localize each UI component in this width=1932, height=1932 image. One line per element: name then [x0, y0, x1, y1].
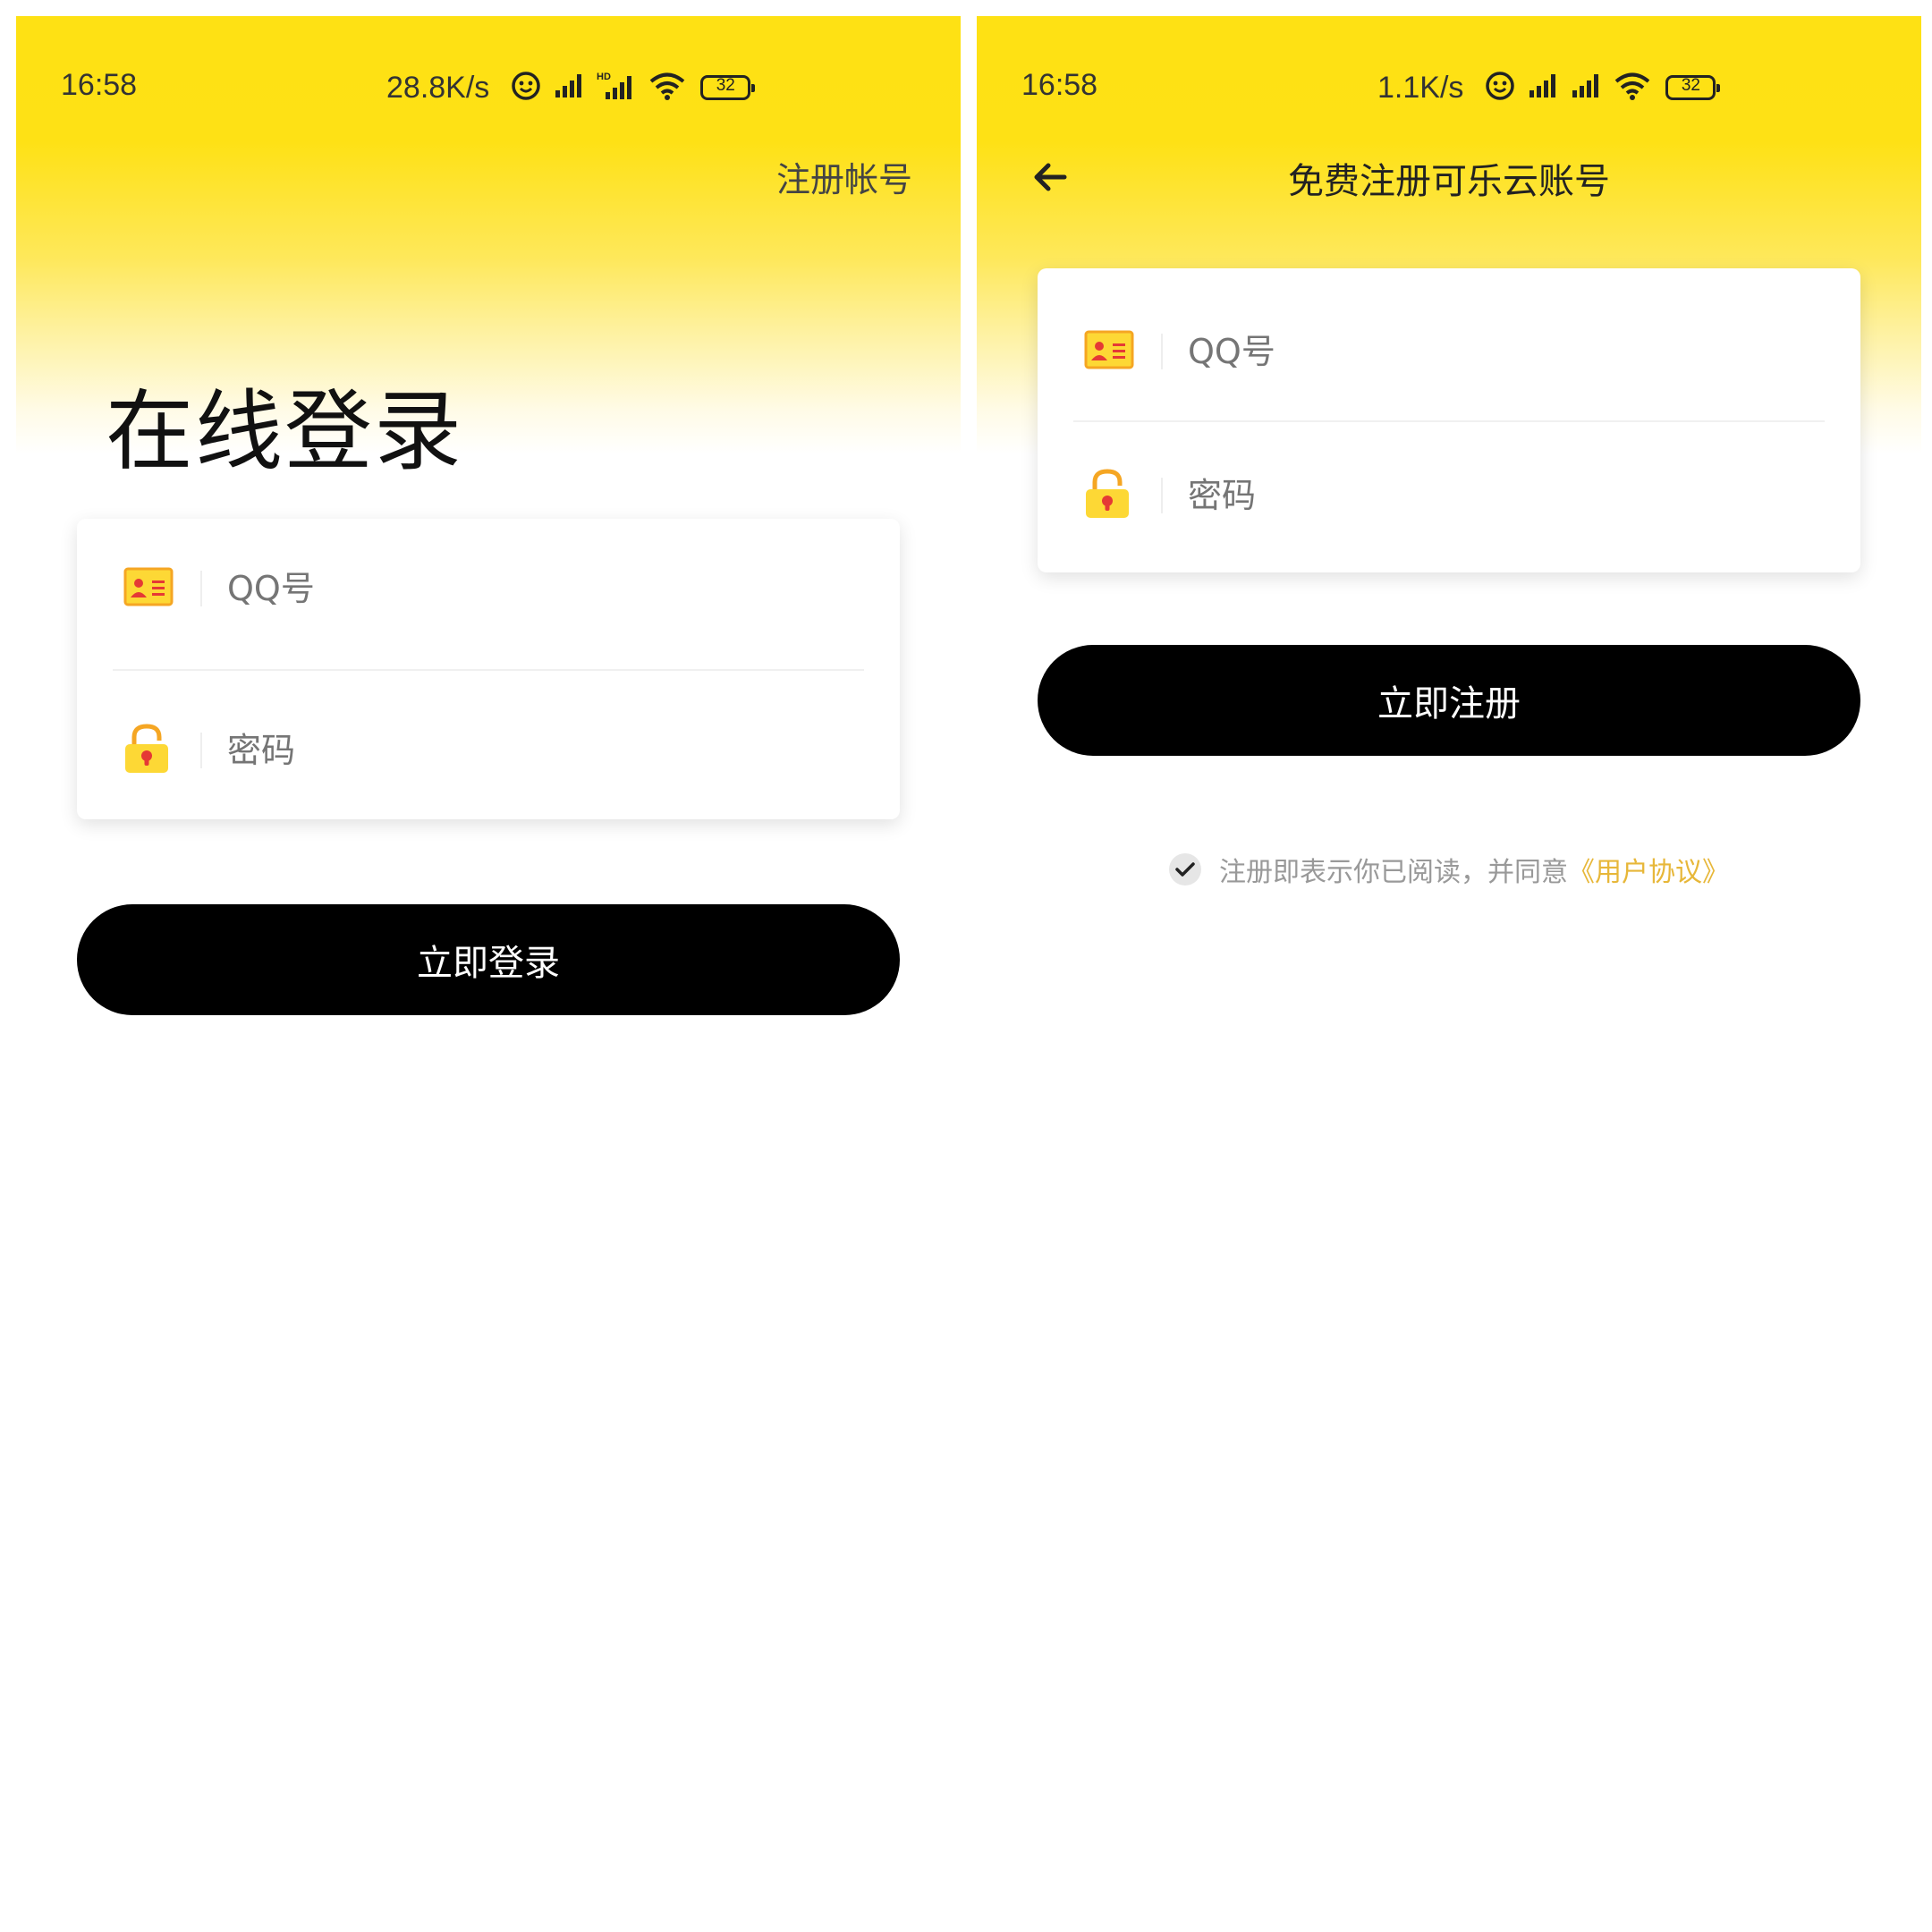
- status-bar: 16:58 1.1K/s 32: [977, 16, 1921, 129]
- row-separator: [1161, 477, 1163, 513]
- login-button[interactable]: 立即登录: [77, 904, 900, 1015]
- register-screen: 16:58 1.1K/s 32 免费注册可乐云账号 QQ号 立即注册 注册即表示…: [977, 16, 1921, 1916]
- nav-bar: 免费注册可乐云账号: [977, 129, 1921, 227]
- emoji-face-icon: [511, 71, 541, 105]
- wifi-icon: [1614, 72, 1651, 104]
- password-row[interactable]: [77, 681, 900, 819]
- qq-number-row[interactable]: [1038, 282, 1860, 420]
- password-input[interactable]: [1186, 474, 1726, 516]
- check-icon[interactable]: [1169, 853, 1201, 886]
- row-separator: [1161, 333, 1163, 369]
- status-time: 16:58: [61, 68, 138, 102]
- row-separator: [200, 570, 202, 606]
- status-icons: 1.1K/s 32: [1377, 70, 1721, 106]
- id-card-icon: [1084, 330, 1134, 373]
- status-icons: 28.8K/s HD 32: [386, 70, 756, 106]
- row-divider: [1073, 420, 1825, 422]
- row-separator: [200, 732, 202, 768]
- signal-icon: [554, 72, 584, 103]
- battery-icon: 32: [1665, 75, 1721, 100]
- id-card-icon: [123, 567, 174, 610]
- password-input[interactable]: [225, 729, 766, 771]
- register-account-link[interactable]: 注册帐号: [776, 152, 912, 201]
- hd-signal-icon: HD: [597, 71, 636, 105]
- login-screen: 16:58 28.8K/s HD 32 注册帐号 在线登录 QQ号 立即登录: [16, 16, 961, 1916]
- status-bar: 16:58 28.8K/s HD 32: [16, 16, 961, 129]
- battery-level: 32: [716, 76, 735, 95]
- agreement-row: 注册即表示你已阅读，并同意 《用户协议》: [977, 850, 1921, 889]
- agreement-text: 注册即表示你已阅读，并同意: [1219, 857, 1568, 888]
- battery-icon: 32: [700, 75, 756, 100]
- qq-number-input[interactable]: [225, 567, 766, 609]
- password-row[interactable]: [1038, 426, 1860, 564]
- wifi-icon: [648, 72, 686, 104]
- network-speed: 1.1K/s: [1377, 70, 1464, 105]
- network-speed: 28.8K/s: [386, 70, 490, 105]
- lock-icon: [1084, 468, 1131, 523]
- register-button[interactable]: 立即注册: [1038, 645, 1860, 756]
- row-divider: [113, 669, 864, 671]
- login-form-card: [77, 519, 900, 819]
- register-form-card: [1038, 268, 1860, 572]
- lock-icon: [123, 723, 170, 778]
- signal-icon: [1528, 72, 1558, 103]
- emoji-face-icon: [1485, 71, 1515, 105]
- svg-text:HD: HD: [597, 72, 611, 82]
- page-title: 在线登录: [106, 381, 464, 483]
- signal-icon: [1571, 72, 1601, 103]
- qq-number-row[interactable]: [77, 519, 900, 657]
- nav-title: 免费注册可乐云账号: [1288, 161, 1610, 202]
- battery-level: 32: [1681, 76, 1700, 95]
- status-time: 16:58: [1021, 68, 1098, 102]
- qq-number-input[interactable]: [1186, 330, 1726, 372]
- user-agreement-link[interactable]: 《用户协议》: [1568, 850, 1729, 889]
